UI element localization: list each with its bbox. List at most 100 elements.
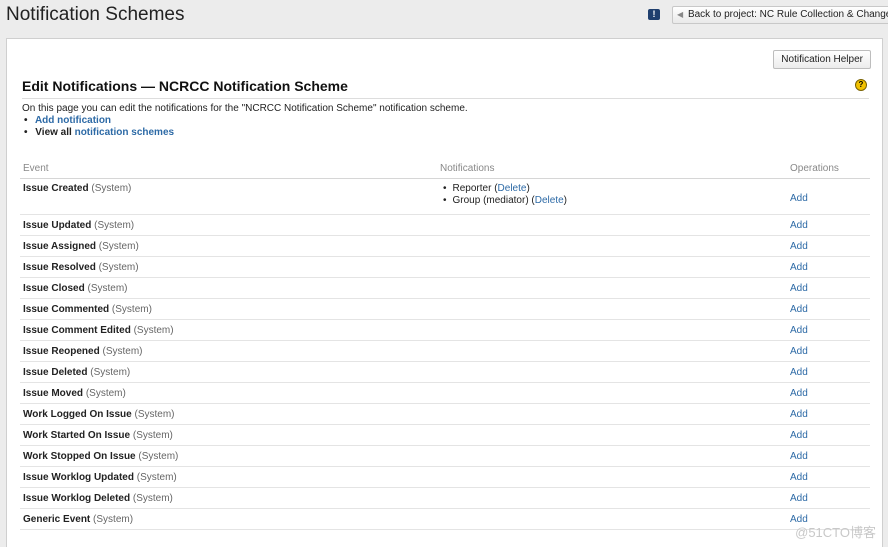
add-event-notification-link[interactable]: Add <box>790 220 808 231</box>
event-cell: Issue Worklog Deleted (System) <box>20 487 437 509</box>
event-name: Issue Created <box>23 183 89 194</box>
operations-cell: Add <box>787 361 870 383</box>
add-event-notification-link[interactable]: Add <box>790 304 808 315</box>
add-event-notification-link[interactable]: Add <box>790 241 808 252</box>
notifications-cell <box>437 466 787 488</box>
event-name: Issue Closed <box>23 282 85 294</box>
add-event-notification-link[interactable]: Add <box>790 367 808 378</box>
section-heading: Edit Notifications — NCRCC Notification … <box>22 78 869 99</box>
table-row: Generic Event (System) Add <box>20 508 870 530</box>
add-event-notification-link[interactable]: Add <box>790 193 808 204</box>
table-row: Issue Updated (System) Add <box>20 214 870 236</box>
add-event-notification-link[interactable]: Add <box>790 346 808 357</box>
operations-cell: Add <box>787 445 870 467</box>
table-row: Issue Worklog Deleted (System) Add <box>20 487 870 509</box>
column-header-notifications: Notifications <box>437 159 787 179</box>
system-label: (System) <box>98 240 139 252</box>
event-name: Issue Assigned <box>23 240 96 252</box>
watermark: @51CTO博客 <box>795 525 876 540</box>
view-all-item: View all notification schemes <box>24 127 174 139</box>
table-row: Issue Closed (System) Add <box>20 277 870 299</box>
notification-item: Reporter (Delete) <box>443 183 784 195</box>
system-label: (System) <box>98 261 139 273</box>
event-cell: Issue Created (System) <box>20 178 437 215</box>
table-row: Work Logged On Issue (System) Add <box>20 403 870 425</box>
add-event-notification-link[interactable]: Add <box>790 409 808 420</box>
table-row: Issue Assigned (System) Add <box>20 235 870 257</box>
event-name: Work Stopped On Issue <box>23 450 136 462</box>
column-header-event: Event <box>20 159 437 179</box>
operations-cell: Add <box>787 256 870 278</box>
table-row: Work Started On Issue (System) Add <box>20 424 870 446</box>
add-notification-item: Add notification <box>24 115 174 127</box>
notifications-cell <box>437 424 787 446</box>
operations-cell: Add <box>787 466 870 488</box>
notifications-cell <box>437 277 787 299</box>
event-cell: Issue Resolved (System) <box>20 256 437 278</box>
event-cell: Work Logged On Issue (System) <box>20 403 437 425</box>
add-event-notification-link[interactable]: Add <box>790 472 808 483</box>
notification-recipient: Reporter <box>452 183 492 194</box>
add-event-notification-link[interactable]: Add <box>790 493 808 504</box>
add-event-notification-link[interactable]: Add <box>790 451 808 462</box>
table-row: Issue Created (System)Reporter (Delete)G… <box>20 178 870 215</box>
notifications-cell <box>437 319 787 341</box>
delete-notification-link[interactable]: Delete <box>535 195 564 206</box>
system-label: (System) <box>138 450 179 462</box>
add-event-notification-link[interactable]: Add <box>790 283 808 294</box>
notifications-cell <box>437 340 787 362</box>
event-cell: Issue Updated (System) <box>20 214 437 236</box>
event-cell: Issue Closed (System) <box>20 277 437 299</box>
notification-item: Group (mediator) (Delete) <box>443 195 784 207</box>
event-name: Work Logged On Issue <box>23 408 132 420</box>
left-arrow-icon: ◀ <box>677 10 684 19</box>
event-name: Issue Commented <box>23 303 110 315</box>
table-row: Issue Moved (System) Add <box>20 382 870 404</box>
add-notification-link[interactable]: Add notification <box>35 115 111 126</box>
back-to-project-button[interactable]: ◀ Back to project: NC Rule Collection & … <box>672 6 888 24</box>
add-event-notification-link[interactable]: Add <box>790 262 808 273</box>
feedback-icon[interactable]: ! <box>648 9 660 20</box>
notifications-cell <box>437 382 787 404</box>
notifications-cell <box>437 487 787 509</box>
event-cell: Issue Deleted (System) <box>20 361 437 383</box>
system-label: (System) <box>87 282 128 294</box>
event-name: Issue Worklog Deleted <box>23 492 131 504</box>
help-icon[interactable]: ? <box>855 79 867 91</box>
notifications-cell <box>437 361 787 383</box>
table-row: Issue Comment Edited (System) Add <box>20 319 870 341</box>
event-cell: Work Started On Issue (System) <box>20 424 437 446</box>
operations-cell: Add <box>787 277 870 299</box>
system-label: (System) <box>111 303 152 315</box>
notification-schemes-link[interactable]: notification schemes <box>75 127 174 138</box>
add-event-notification-link[interactable]: Add <box>790 388 808 399</box>
notifications-cell <box>437 445 787 467</box>
system-label: (System) <box>94 219 135 231</box>
delete-notification-link[interactable]: Delete <box>498 183 527 194</box>
system-label: (System) <box>102 345 143 357</box>
table-row: Issue Deleted (System) Add <box>20 361 870 383</box>
event-cell: Issue Worklog Updated (System) <box>20 466 437 488</box>
table-header-row: Event Notifications Operations <box>20 159 870 179</box>
notifications-cell <box>437 403 787 425</box>
table-row: Work Stopped On Issue (System) Add <box>20 445 870 467</box>
operations-cell: Add <box>787 424 870 446</box>
add-event-notification-link[interactable]: Add <box>790 325 808 336</box>
system-label: (System) <box>136 471 177 483</box>
system-label: (System) <box>91 183 132 194</box>
event-cell: Work Stopped On Issue (System) <box>20 445 437 467</box>
notifications-cell <box>437 214 787 236</box>
event-name: Issue Worklog Updated <box>23 471 134 483</box>
notification-list: Reporter (Delete)Group (mediator) (Delet… <box>440 183 784 207</box>
system-label: (System) <box>132 492 173 504</box>
notifications-cell <box>437 256 787 278</box>
system-label: (System) <box>93 513 134 525</box>
back-to-project-label: Back to project: NC Rule Collection & Ch… <box>687 9 888 20</box>
operations-cell: Add <box>787 298 870 320</box>
event-name: Issue Updated <box>23 219 92 231</box>
add-event-notification-link[interactable]: Add <box>790 430 808 441</box>
event-name: Issue Comment Edited <box>23 324 131 336</box>
notifications-cell <box>437 508 787 530</box>
notification-helper-button[interactable]: Notification Helper <box>773 50 871 69</box>
notifications-cell: Reporter (Delete)Group (mediator) (Delet… <box>437 178 787 215</box>
